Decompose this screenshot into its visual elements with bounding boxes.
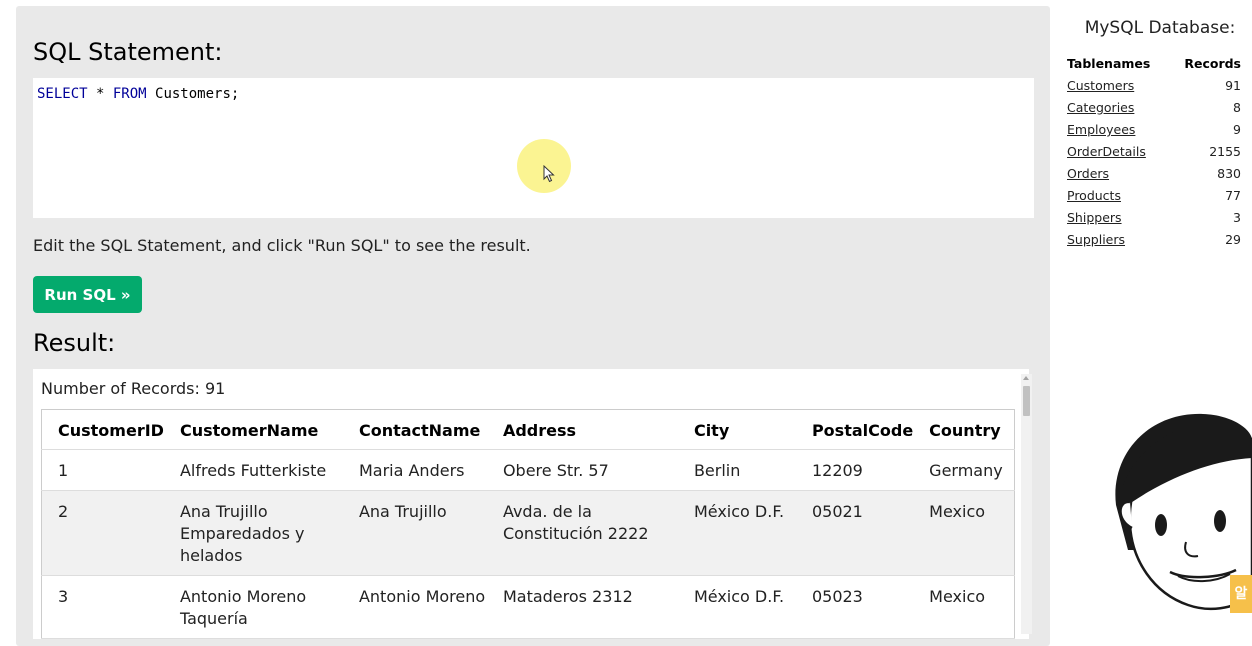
mascot-badge: 알 [1230,575,1252,613]
table-link-orderdetails[interactable]: OrderDetails [1067,144,1146,159]
cell-contact-name: Maria Anders [350,449,495,491]
result-scrollbar[interactable] [1021,374,1032,634]
table-link-shippers[interactable]: Shippers [1067,210,1122,225]
sql-editor-panel: SQL Statement: SELECT * FROM Customers; … [16,6,1050,646]
sql-star: * [87,86,113,102]
table-link-suppliers[interactable]: Suppliers [1067,232,1125,247]
sql-keyword-select: SELECT [37,86,88,102]
column-header: CustomerID [41,409,172,450]
database-table-list: Tablenames Records Customers 91 Categori… [1067,56,1241,253]
scroll-thumb[interactable] [1023,386,1030,416]
record-count-value: 29 [1225,232,1241,247]
table-header-row: CustomerID CustomerName ContactName Addr… [41,409,1015,450]
list-item: Categories 8 [1067,99,1241,121]
list-item: Suppliers 29 [1067,231,1241,253]
list-item: Employees 9 [1067,121,1241,143]
table-row: 1 Alfreds Futterkiste Maria Anders Obere… [41,449,1015,491]
cell-address: Mataderos 2312 [494,575,686,639]
tablenames-header: Tablenames [1067,56,1151,71]
result-title: Result: [33,329,116,357]
result-panel: Number of Records: 91 CustomerID Custome… [33,369,1029,639]
cell-postal-code: 05021 [803,490,922,576]
result-table: CustomerID CustomerName ContactName Addr… [41,409,1015,639]
cell-contact-name: Antonio Moreno [350,575,495,639]
cell-country: Germany [921,449,1015,491]
database-sidebar: MySQL Database: Tablenames Records Custo… [1062,14,1242,253]
run-sql-button[interactable]: Run SQL » [33,276,142,313]
cell-city: México D.F. [685,490,804,576]
table-link-customers[interactable]: Customers [1067,78,1134,93]
record-count-value: 8 [1233,100,1241,115]
table-link-employees[interactable]: Employees [1067,122,1135,137]
records-header: Records [1184,56,1241,71]
list-item: OrderDetails 2155 [1067,143,1241,165]
record-count: Number of Records: 91 [41,379,226,398]
database-title: MySQL Database: [1084,18,1236,38]
editor-hint: Edit the SQL Statement, and click "Run S… [33,236,531,255]
cell-address: Avda. de la Constitución 2222 [494,490,686,576]
list-item: Products 77 [1067,187,1241,209]
sql-statement-title: SQL Statement: [33,38,223,66]
record-count-value: 9 [1233,122,1241,137]
record-count-value: 3 [1233,210,1241,225]
cell-contact-name: Ana Trujillo [350,490,495,576]
table-link-products[interactable]: Products [1067,188,1121,203]
record-count-value: 2155 [1209,144,1241,159]
list-item: Customers 91 [1067,77,1241,99]
record-count-value: 830 [1217,166,1241,181]
db-header-row: Tablenames Records [1067,56,1241,77]
cell-postal-code: 12209 [803,449,922,491]
cell-address: Obere Str. 57 [494,449,686,491]
sql-keyword-from: FROM [112,86,147,102]
cell-city: México D.F. [685,575,804,639]
cell-city: Berlin [685,449,804,491]
table-link-orders[interactable]: Orders [1067,166,1109,181]
scroll-up-arrow-icon[interactable] [1023,376,1029,380]
cell-customer-name: Ana Trujillo Emparedados y helados [171,490,351,576]
column-header: CustomerName [171,409,351,450]
sql-table-name: Customers; [146,86,240,102]
column-header: ContactName [350,409,495,450]
cell-postal-code: 05023 [803,575,922,639]
cell-customer-id: 3 [41,575,172,639]
record-count-value: 77 [1225,188,1241,203]
list-item: Shippers 3 [1067,209,1241,231]
column-header: Address [494,409,686,450]
record-count-value: 91 [1225,78,1241,93]
cell-country: Mexico [921,575,1015,639]
cell-customer-id: 2 [41,490,172,576]
column-header: Country [921,409,1015,450]
column-header: PostalCode [803,409,922,450]
cell-customer-name: Antonio Moreno Taquería [171,575,351,639]
cell-country: Mexico [921,490,1015,576]
cell-customer-id: 1 [41,449,172,491]
column-header: City [685,409,804,450]
cell-customer-name: Alfreds Futterkiste [171,449,351,491]
table-link-categories[interactable]: Categories [1067,100,1134,115]
table-row: 3 Antonio Moreno Taquería Antonio Moreno… [41,575,1015,639]
table-row: 2 Ana Trujillo Emparedados y helados Ana… [41,490,1015,576]
list-item: Orders 830 [1067,165,1241,187]
